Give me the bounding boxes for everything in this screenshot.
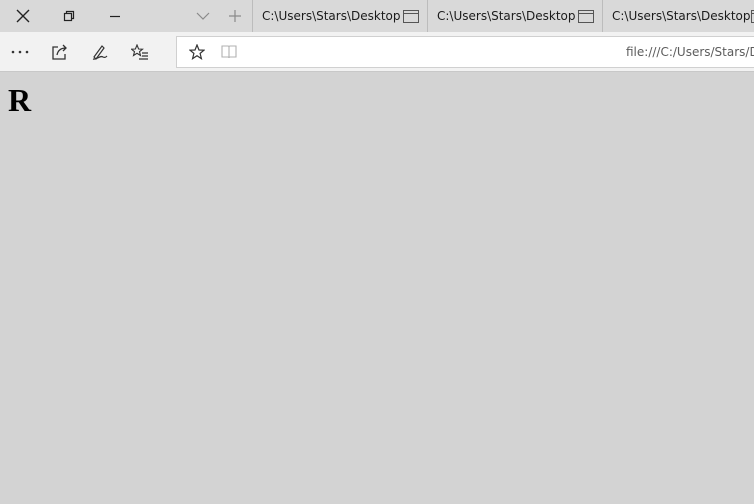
browser-tab-1[interactable]: C:\Users\Stars\Desktop xyxy=(252,0,427,32)
close-icon xyxy=(16,9,30,23)
browser-tab-2[interactable]: C:\Users\Stars\Desktop xyxy=(427,0,602,32)
restore-window-button[interactable] xyxy=(46,0,92,32)
favorites-list-icon xyxy=(131,44,148,60)
add-favorite-button[interactable] xyxy=(181,37,213,67)
close-window-button[interactable] xyxy=(0,0,46,32)
browser-tab-3[interactable]: C:\Users\Stars\Desktop xyxy=(602,0,754,32)
reading-view-icon xyxy=(221,45,237,59)
address-url: file:///C:/Users/Stars/D xyxy=(626,45,754,59)
share-icon xyxy=(52,44,67,60)
tab-bar: C:\Users\Stars\Desktop C:\Users\Stars\De… xyxy=(0,0,754,32)
browser-toolbar: file:///C:/Users/Stars/D xyxy=(0,32,754,72)
address-bar[interactable]: file:///C:/Users/Stars/D xyxy=(176,36,754,68)
web-note-button[interactable] xyxy=(80,32,120,72)
tab-title: C:\Users\Stars\Desktop xyxy=(437,9,576,23)
page-heading: R xyxy=(8,82,32,118)
reading-view-button[interactable] xyxy=(213,37,245,67)
more-icon xyxy=(11,50,29,54)
minimize-window-button[interactable] xyxy=(92,0,138,32)
plus-icon xyxy=(229,10,241,22)
tab-preview-icon[interactable] xyxy=(578,8,594,24)
share-button[interactable] xyxy=(40,32,80,72)
chevron-down-icon xyxy=(196,12,210,20)
tab-preview-toggle-button[interactable] xyxy=(190,0,216,32)
more-button[interactable] xyxy=(0,32,40,72)
new-tab-button[interactable] xyxy=(222,0,248,32)
tab-preview-icon[interactable] xyxy=(403,8,419,24)
pen-icon xyxy=(92,45,108,60)
page-content: R xyxy=(0,73,754,504)
minimize-icon xyxy=(110,15,120,18)
restore-icon xyxy=(63,10,75,22)
favorites-hub-button[interactable] xyxy=(120,32,160,72)
tab-title: C:\Users\Stars\Desktop xyxy=(262,9,401,23)
star-icon xyxy=(189,44,205,60)
tab-title: C:\Users\Stars\Desktop xyxy=(612,9,751,23)
